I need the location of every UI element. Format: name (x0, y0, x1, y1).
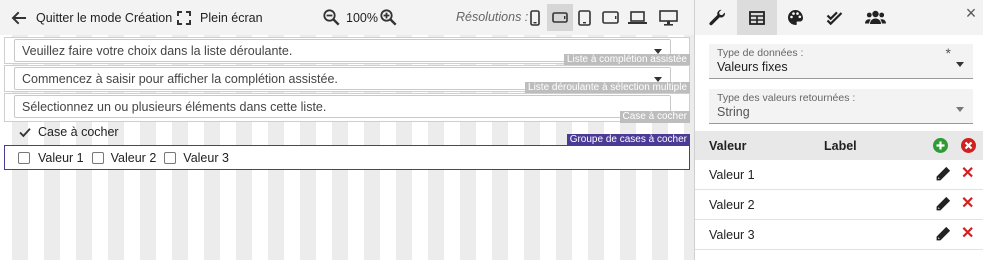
return-type-label: Type des valeurs retournées : (717, 92, 856, 104)
autocomplete-placeholder: Commencez à saisir pour afficher la comp… (22, 71, 338, 86)
fullscreen-label: Plein écran (200, 10, 263, 25)
data-type-label: Type de données : (717, 47, 804, 59)
zoom-in-button[interactable] (380, 0, 397, 35)
properties-panel: × Type de données : Valeurs fixes * Type… (694, 0, 983, 260)
chevron-down-icon (956, 62, 964, 67)
return-type-value: String (717, 105, 750, 119)
fullscreen-icon (177, 10, 191, 25)
delete-icon[interactable]: ✕ (961, 165, 974, 183)
select-dropdown-placeholder: Veuillez faire votre choix dans la liste… (22, 43, 293, 58)
tab-settings[interactable] (697, 0, 737, 35)
resolution-phone-landscape-button[interactable] (547, 4, 573, 31)
column-header-value: Valeur (709, 139, 747, 153)
data-type-value: Valeurs fixes (717, 60, 788, 74)
tablet-landscape-icon (601, 11, 619, 24)
pencil-icon[interactable] (935, 226, 951, 245)
remove-all-button[interactable] (961, 138, 976, 153)
pencil-icon[interactable] (935, 196, 951, 215)
add-row-button[interactable] (933, 138, 948, 153)
tab-style[interactable] (775, 0, 815, 35)
checkbox-valeur-2-label: Valeur 2 (110, 151, 157, 165)
design-canvas: Veuillez faire votre choix dans la liste… (0, 35, 694, 260)
resolution-laptop-button[interactable] (624, 4, 650, 31)
delete-icon[interactable]: ✕ (961, 195, 974, 213)
phone-landscape-icon (552, 12, 568, 23)
fullscreen-button[interactable]: Plein écran (177, 0, 263, 35)
multiselect-placeholder: Sélectionnez un ou plusieurs éléments da… (22, 99, 327, 114)
quit-design-mode-label: Quitter le mode Création (36, 10, 173, 25)
checkbox-valeur-1-label: Valeur 1 (38, 151, 84, 165)
chevron-down-icon (956, 107, 964, 112)
single-checkbox-label: Case à cocher (38, 125, 119, 139)
tab-permissions[interactable] (855, 0, 895, 35)
wrench-icon (708, 9, 725, 26)
arrow-left-icon (11, 11, 26, 24)
panel-tabs: × (695, 0, 983, 35)
resolution-tablet-button[interactable] (571, 4, 597, 31)
laptop-icon (627, 11, 647, 24)
desktop-icon (658, 9, 678, 26)
close-panel-button[interactable]: × (963, 3, 979, 23)
row-value: Valeur 1 (709, 168, 755, 182)
delete-icon[interactable]: ✕ (961, 225, 974, 243)
table-row: Valeur 2 ✕ (695, 190, 983, 220)
return-type-dropdown[interactable]: Type des valeurs retournées : String (709, 89, 973, 124)
zoom-out-icon (323, 9, 340, 26)
tablet-icon (577, 9, 591, 26)
single-checkbox[interactable]: Case à cocher (19, 125, 119, 139)
component-tag-checkbox: Case à cocher (619, 111, 690, 123)
checkbox-valeur-3-label: Valeur 3 (183, 151, 229, 165)
checkbox-group: Valeur 1 Valeur 2 Valeur 3 (18, 151, 229, 165)
resolution-desktop-button[interactable] (655, 4, 681, 31)
tab-validation[interactable] (814, 0, 854, 35)
resolution-tablet-landscape-button[interactable] (597, 4, 623, 31)
checkmark-icon (19, 127, 31, 137)
checkbox-valeur-2[interactable] (91, 152, 104, 164)
quit-design-mode-button[interactable]: Quitter le mode Création (11, 0, 172, 35)
table-icon (749, 10, 765, 25)
checkbox-valeur-1[interactable] (18, 152, 30, 164)
palette-icon (787, 10, 803, 25)
multiselect-list-field[interactable]: Sélectionnez un ou plusieurs éléments da… (14, 95, 671, 118)
resolution-phone-button[interactable] (522, 4, 548, 31)
zoom-out-button[interactable] (323, 0, 340, 35)
table-row: Valeur 1 ✕ (695, 160, 983, 190)
row-value: Valeur 3 (709, 228, 755, 242)
checkbox-valeur-3[interactable] (164, 152, 177, 164)
zoom-level: 100% (346, 10, 378, 25)
resolutions-label: Résolutions : (456, 10, 529, 24)
column-header-label: Label (824, 139, 857, 153)
zoom-in-icon (380, 9, 397, 26)
pencil-icon[interactable] (935, 166, 951, 185)
values-table-header: Valeur Label (695, 131, 983, 160)
table-row: Valeur 3 ✕ (695, 220, 983, 250)
tab-data[interactable] (737, 0, 777, 35)
row-value: Valeur 2 (709, 198, 755, 212)
close-circle-icon (964, 141, 973, 150)
phone-icon (530, 9, 540, 26)
required-asterisk: * (945, 45, 951, 61)
users-icon (864, 10, 886, 24)
double-check-icon (826, 11, 842, 25)
plus-icon (936, 141, 945, 150)
data-type-dropdown[interactable]: Type de données : Valeurs fixes * (709, 44, 973, 79)
designer-toolbar: Quitter le mode Création Plein écran 100… (0, 0, 694, 35)
